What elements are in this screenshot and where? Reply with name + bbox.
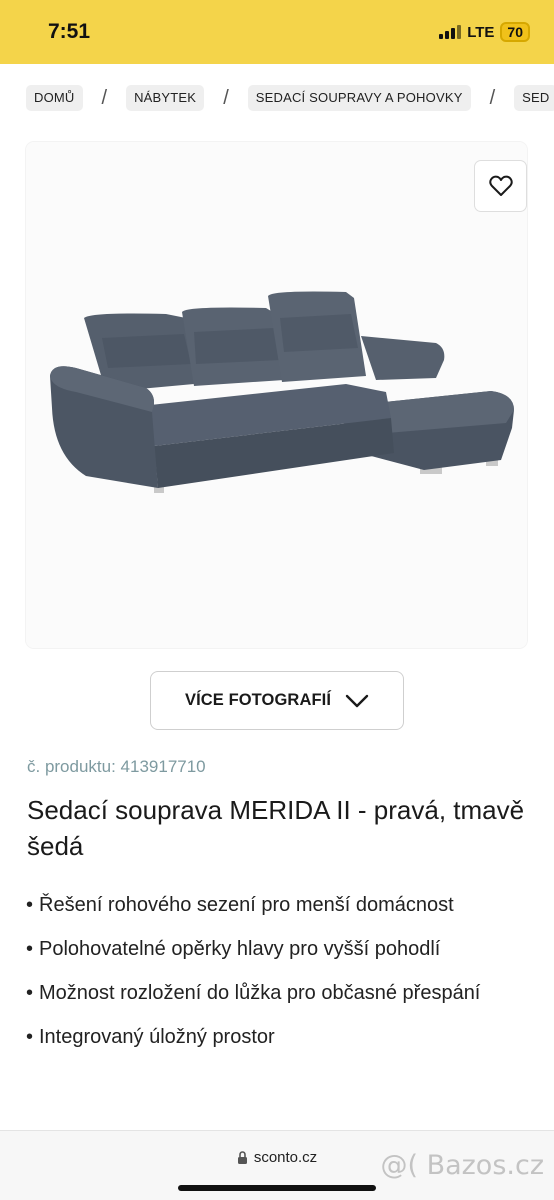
breadcrumb-separator: / [223,86,229,109]
status-indicators: LTE 70 [439,22,530,42]
breadcrumb-item-current[interactable]: SED [514,85,554,111]
breadcrumb-item-sofas[interactable]: SEDACÍ SOUPRAVY A POHOVKY [247,85,471,111]
product-number: č. produktu: 413917710 [27,757,206,776]
home-indicator[interactable] [178,1185,376,1191]
watermark-logo: @( Bazos.cz [380,1150,544,1181]
product-title: Sedací souprava MERIDA II - pravá, tmavě… [27,795,525,861]
list-item: Polohovatelné opěrky hlavy pro vyšší poh… [26,932,537,966]
network-type: LTE [467,23,495,41]
breadcrumb: DOMŮ / NÁBYTEK / SEDACÍ SOUPRAVY A POHOV… [26,84,554,112]
breadcrumb-item-furniture[interactable]: NÁBYTEK [126,85,205,111]
favorite-button[interactable] [474,160,527,212]
feature-list: Řešení rohového sezení pro menší domácno… [26,888,537,1064]
breadcrumb-separator: / [101,86,108,109]
status-time: 7:51 [48,20,91,43]
chevron-down-icon [345,694,369,707]
status-bar: 7:51 LTE 70 [0,0,554,64]
list-item: Integrovaný úložný prostor [26,1020,537,1054]
list-item: Možnost rozložení do lůžka pro občasné p… [26,976,537,1010]
signal-icon [439,25,462,39]
url-text: sconto.cz [253,1149,318,1166]
more-photos-button[interactable]: VÍCE FOTOGRAFIÍ [150,671,404,730]
lock-icon [237,1151,247,1164]
breadcrumb-item-home[interactable]: DOMŮ [26,85,83,111]
product-image-sofa [50,291,514,493]
breadcrumb-separator: / [489,86,496,109]
more-photos-label: VÍCE FOTOGRAFIÍ [184,691,332,709]
heart-icon [488,175,513,196]
list-item: Řešení rohového sezení pro menší domácno… [26,888,537,922]
battery-icon: 70 [500,22,530,42]
